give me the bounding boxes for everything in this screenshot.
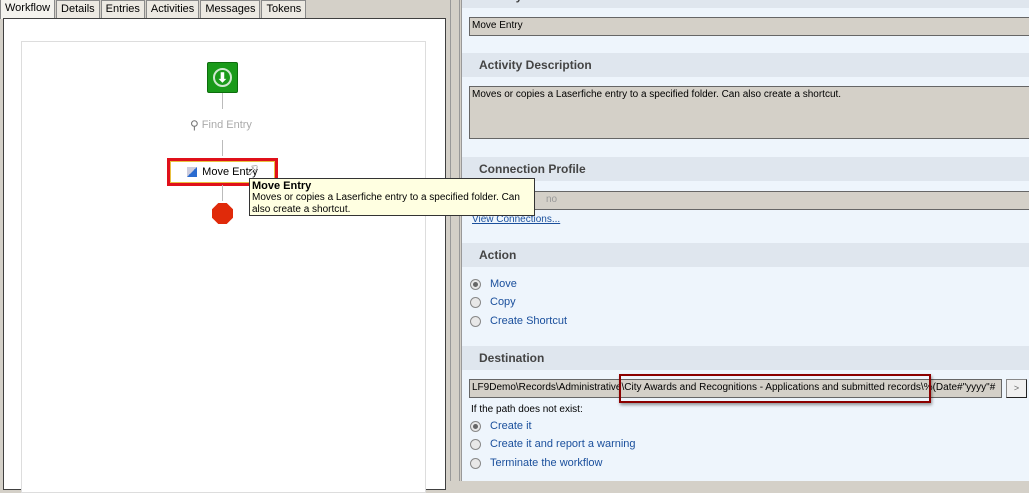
find-entry-label: Find Entry: [201, 119, 252, 131]
splitter[interactable]: [450, 0, 460, 481]
tab-entries[interactable]: Entries: [100, 0, 145, 18]
radio-button[interactable]: [470, 457, 481, 469]
connector-line: [222, 185, 223, 201]
start-icon[interactable]: ⬇: [207, 62, 238, 93]
move-entry-icon: [187, 167, 198, 177]
tab-workflow[interactable]: Workflow: [0, 0, 56, 19]
tooltip-title: Move Entry: [252, 180, 312, 192]
radio-copy[interactable]: Copy: [470, 296, 516, 308]
connector-arrow: [222, 93, 223, 109]
path-missing-label: If the path does not exist:: [471, 404, 583, 415]
action-header: Action: [462, 243, 1029, 267]
activity-description-header: Activity Description: [462, 53, 1029, 77]
radio-create-shortcut[interactable]: Create Shortcut: [470, 315, 567, 327]
radio-create-and-warn[interactable]: Create it and report a warning: [470, 438, 636, 450]
tooltip-text: Moves or copies a Laserfiche entry to a …: [252, 192, 520, 215]
radio-button[interactable]: [470, 315, 481, 327]
tab-activities[interactable]: Activities: [145, 0, 200, 18]
tab-tokens[interactable]: Tokens: [261, 0, 307, 18]
mouse-cursor-icon: ➚: [246, 162, 260, 179]
activity-name-field[interactable]: Move Entry: [469, 17, 1029, 36]
find-entry-activity[interactable]: ⚲ Find Entry: [190, 118, 252, 132]
activity-description-field[interactable]: Moves or copies a Laserfiche entry to a …: [469, 86, 1029, 139]
destination-header: Destination: [462, 346, 1029, 370]
radio-label: Create it: [490, 420, 532, 432]
radio-terminate-workflow[interactable]: Terminate the workflow: [470, 457, 603, 469]
properties-pane: Activity Name Move Entry Activity Descri…: [461, 0, 1029, 481]
binoculars-icon: ⚲: [190, 118, 199, 132]
connector-arrow: [222, 140, 223, 156]
radio-label: Terminate the workflow: [490, 457, 603, 469]
activity-name-header: Activity Name: [462, 0, 1029, 8]
radio-create-it[interactable]: Create it: [470, 420, 532, 432]
browse-button[interactable]: >: [1006, 379, 1027, 398]
radio-button[interactable]: [470, 420, 481, 432]
connection-profile-field[interactable]: no: [469, 191, 1029, 210]
radio-label: Move: [490, 278, 517, 290]
radio-button[interactable]: [470, 438, 481, 450]
connection-profile-header: Connection Profile: [462, 157, 1029, 181]
tab-strip: Workflow Details Entries Activities Mess…: [0, 0, 307, 19]
tab-details[interactable]: Details: [56, 0, 100, 18]
tooltip: Move Entry Moves or copies a Laserfiche …: [249, 178, 535, 216]
radio-move[interactable]: Move: [470, 278, 517, 290]
radio-button[interactable]: [470, 296, 481, 308]
radio-label: Create Shortcut: [490, 315, 568, 327]
workflow-canvas: [21, 41, 426, 493]
annotation-highlight-box: [619, 374, 931, 403]
radio-button[interactable]: [470, 278, 481, 290]
tab-messages[interactable]: Messages: [200, 0, 261, 18]
radio-label: Copy: [490, 296, 516, 308]
radio-label: Create it and report a warning: [490, 438, 636, 450]
